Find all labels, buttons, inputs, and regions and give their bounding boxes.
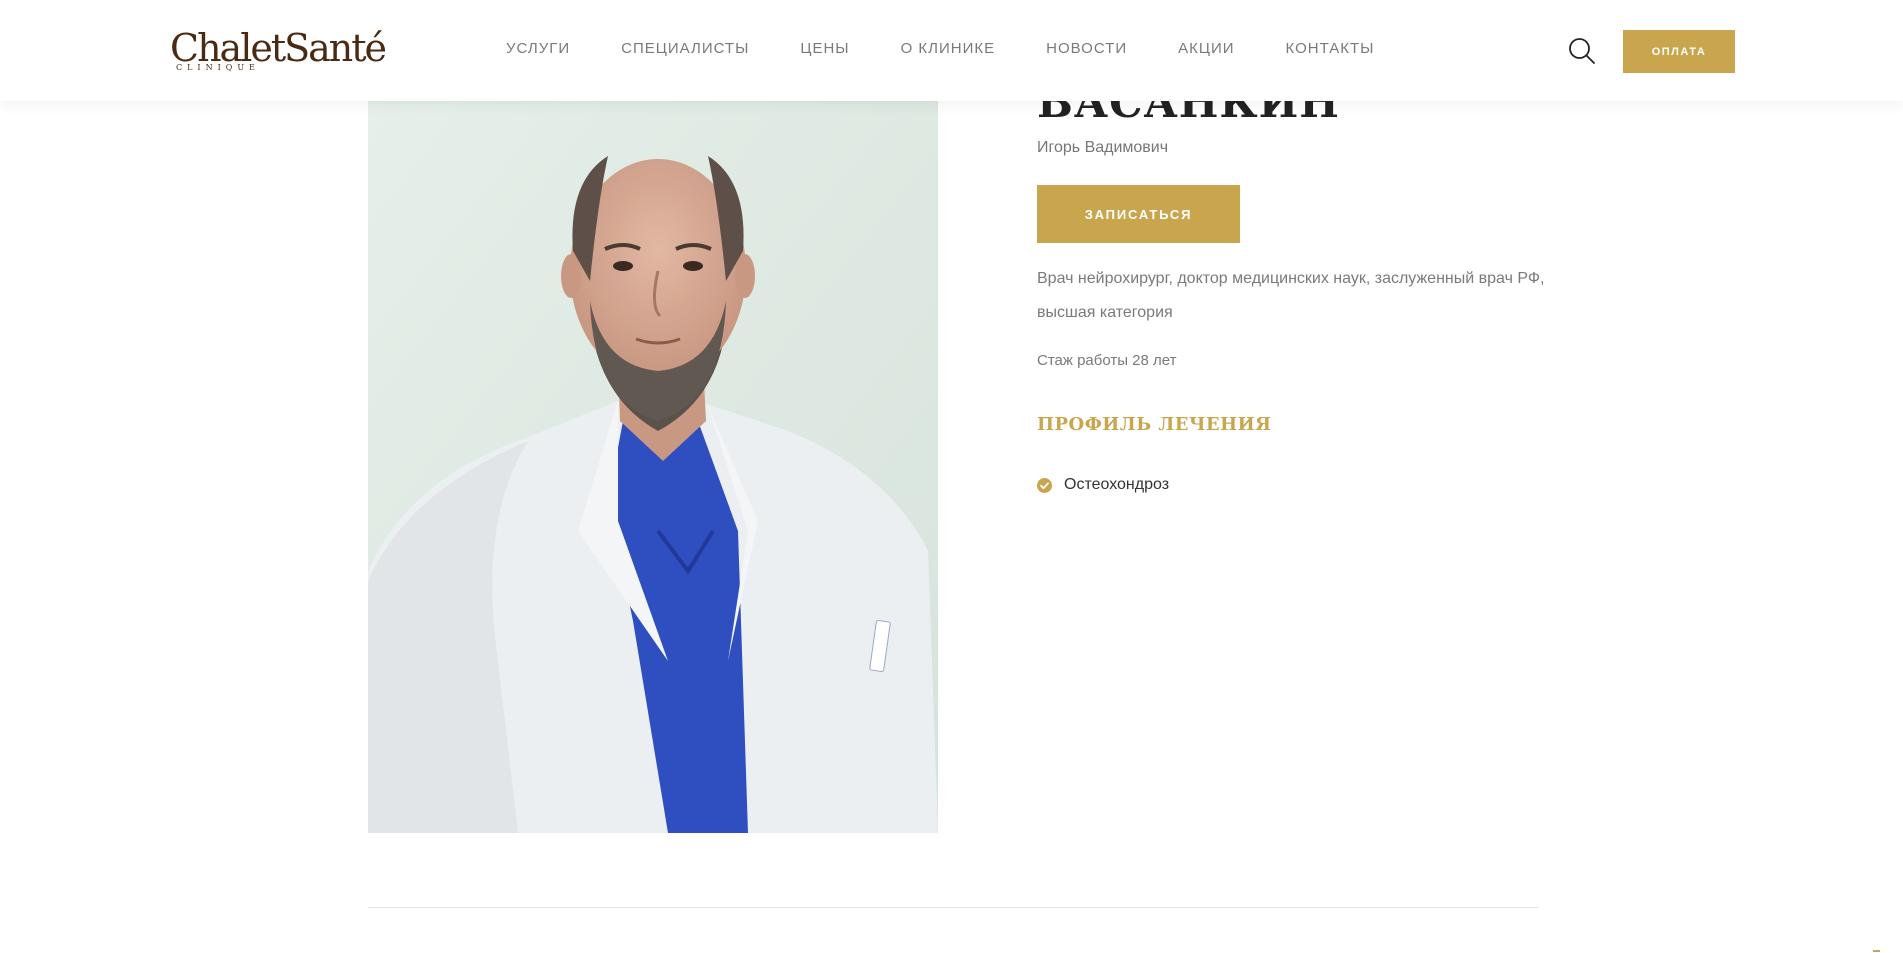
nav-item-promotions[interactable]: АКЦИИ bbox=[1178, 40, 1234, 57]
book-appointment-button[interactable]: ЗАПИСАТЬСЯ bbox=[1037, 185, 1240, 243]
nav-item-prices[interactable]: ЦЕНЫ bbox=[800, 40, 849, 57]
doctor-given-names: Игорь Вадимович bbox=[1037, 139, 1169, 156]
nav-item-services[interactable]: УСЛУГИ bbox=[506, 40, 570, 57]
section-divider bbox=[368, 907, 1538, 908]
search-icon[interactable] bbox=[1567, 36, 1597, 66]
scroll-indicator bbox=[1873, 950, 1880, 952]
doctor-photo bbox=[368, 101, 938, 833]
doctor-experience: Стаж работы 28 лет bbox=[1037, 352, 1177, 369]
treatment-profile-item-label: Остеохондроз bbox=[1064, 476, 1170, 493]
main-nav: УСЛУГИ СПЕЦИАЛИСТЫ ЦЕНЫ О КЛИНИКЕ НОВОСТ… bbox=[506, 40, 1374, 57]
nav-item-news[interactable]: НОВОСТИ bbox=[1046, 40, 1127, 57]
check-circle-icon bbox=[1037, 477, 1052, 493]
nav-item-about[interactable]: О КЛИНИКЕ bbox=[901, 40, 996, 57]
logo-sub-text: CLINIQUE bbox=[176, 63, 260, 72]
logo[interactable]: ChaletSanté CLINIQUE bbox=[170, 26, 387, 76]
doctor-description: Врач нейрохирург, доктор медицинских нау… bbox=[1037, 270, 1545, 321]
site-header: ChaletSanté CLINIQUE УСЛУГИ СПЕЦИАЛИСТЫ … bbox=[0, 0, 1903, 101]
treatment-profile-heading: ПРОФИЛЬ ЛЕЧЕНИЯ bbox=[1037, 414, 1272, 435]
nav-item-specialists[interactable]: СПЕЦИАЛИСТЫ bbox=[621, 40, 749, 57]
payment-button[interactable]: ОПЛАТА bbox=[1623, 30, 1735, 73]
treatment-profile-item[interactable]: Остеохондроз bbox=[1037, 476, 1169, 494]
nav-item-contacts[interactable]: КОНТАКТЫ bbox=[1286, 40, 1375, 57]
